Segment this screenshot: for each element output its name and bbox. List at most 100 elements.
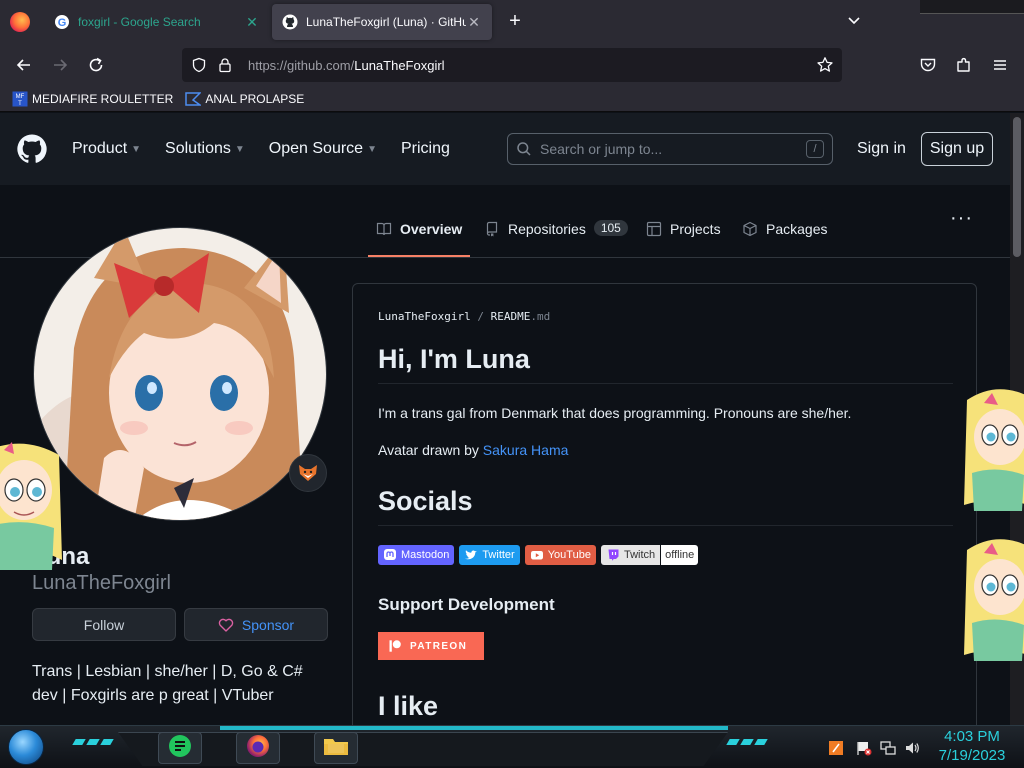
sign-up-button[interactable]: Sign up (921, 132, 993, 166)
nav-product[interactable]: Product ▼ (72, 140, 141, 158)
profile-avatar[interactable] (33, 227, 327, 521)
flag-tray-icon[interactable] (856, 740, 872, 756)
profile-page: Overview Repositories 105 Projects Packa… (0, 185, 1010, 725)
github-search-input[interactable]: Search or jump to... / (507, 133, 833, 165)
cartoon-sticker-right-top (962, 385, 1024, 515)
taskbar-accent-line (220, 726, 728, 730)
browser-tab-google[interactable]: G foxgirl - Google Search ✕ (44, 4, 270, 40)
credit-prefix: Avatar drawn by (378, 442, 483, 458)
clock-date: 7/19/2023 (938, 747, 1006, 764)
more-options-icon[interactable]: ··· (950, 207, 973, 230)
youtube-icon (530, 548, 544, 562)
fox-emoji-status-icon[interactable] (289, 454, 327, 492)
firefox-icon (245, 733, 271, 764)
forward-arrow-icon[interactable] (48, 53, 72, 77)
tab-packages[interactable]: Packages (742, 221, 827, 257)
bookmark-star-icon[interactable] (816, 56, 834, 74)
patreon-button[interactable]: PATREON (378, 632, 484, 660)
github-icon (282, 14, 298, 30)
pocket-icon[interactable] (916, 53, 940, 77)
firefox-app-button[interactable] (236, 732, 280, 764)
package-icon (742, 221, 758, 237)
badge-label: Mastodon (401, 549, 450, 561)
cartoon-sticker-left (0, 440, 64, 570)
heart-icon (218, 617, 234, 633)
back-arrow-icon[interactable] (12, 53, 36, 77)
new-tab-button[interactable]: + (504, 10, 526, 33)
extensions-icon[interactable] (952, 53, 976, 77)
notes-app-button[interactable] (158, 732, 202, 764)
url-host: https://github.com/ (248, 57, 355, 73)
triangle-icon (185, 91, 203, 107)
slash-shortcut-key: / (806, 140, 824, 158)
book-icon (376, 221, 392, 237)
artist-link[interactable]: Sakura Hama (483, 442, 569, 458)
tab-strip: G foxgirl - Google Search ✕ LunaTheFoxgi… (0, 0, 1024, 44)
nav-pricing[interactable]: Pricing (401, 140, 450, 158)
twitch-badge[interactable]: Twitch (600, 545, 661, 565)
github-header: Product ▼ Solutions ▼ Open Source ▼ Pricing… (0, 113, 1010, 185)
scrollbar-thumb[interactable] (1013, 117, 1021, 257)
tab-label: Packages (766, 221, 828, 237)
mastodon-badge[interactable]: Mastodon (378, 545, 455, 565)
shield-icon[interactable] (190, 56, 208, 74)
list-all-tabs-icon[interactable] (843, 10, 865, 32)
url-bar[interactable]: https://github.com/LunaTheFoxgirl (182, 48, 842, 82)
notes-icon (167, 733, 193, 764)
app-tray-icon[interactable] (828, 740, 844, 756)
badge-label: YouTube (547, 549, 591, 561)
sponsor-button[interactable]: Sponsor (184, 608, 328, 641)
tab-label: foxgirl - Google Search (78, 15, 201, 29)
chevron-down-icon: ▼ (131, 143, 142, 155)
browser-tab-github[interactable]: LunaTheFoxgirl (Luna) · GitHub ✕ (272, 4, 492, 40)
svg-text:MF: MF (16, 94, 25, 100)
tab-label: LunaTheFoxgirl (Luna) · GitHub (306, 15, 466, 29)
url-path: LunaTheFoxgirl (354, 57, 445, 73)
bookmark-label: ANAL PROLAPSE (205, 91, 305, 106)
github-main-nav: Product ▼ Solutions ▼ Open Source ▼ Pricing (72, 140, 474, 158)
bookmark-mediafire[interactable]: MF T MEDIAFIRE ROULETTER (12, 91, 173, 107)
tab-projects[interactable]: Projects (646, 221, 721, 257)
clock-time: 4:03 PM (944, 728, 1000, 745)
readme-heading: Hi, I'm Luna (378, 344, 953, 384)
menu-hamburger-icon[interactable] (988, 53, 1012, 77)
screen: { "browser": { "tabs": [ {"label": "foxg… (0, 0, 1024, 768)
crumb-separator: / (477, 310, 484, 323)
socials-heading: Socials (378, 486, 953, 526)
start-button[interactable] (8, 729, 44, 765)
chevron-down-icon: ▼ (234, 143, 245, 155)
close-tab-icon[interactable]: ✕ (466, 14, 482, 31)
taskbar: 4:03 PM 7/19/2023 (0, 725, 1024, 768)
bookmark-second[interactable]: ANAL PROLAPSE (185, 91, 304, 107)
tab-overview[interactable]: Overview (368, 221, 471, 257)
patreon-label: PATREON (410, 640, 468, 652)
volume-tray-icon[interactable] (904, 740, 920, 756)
cartoon-sticker-right-bottom (962, 535, 1024, 665)
network-tray-icon[interactable] (880, 740, 896, 756)
firefox-icon[interactable] (10, 12, 30, 32)
mf-icon: MF T (12, 91, 28, 107)
twitter-icon (464, 548, 478, 562)
bookmarks-toolbar: MF T MEDIAFIRE ROULETTER ANAL PROLAPSE (0, 86, 1024, 112)
readme-card: LunaTheFoxgirl / README.md Hi, I'm Luna … (352, 283, 977, 725)
profile-bio: Trans | Lesbian | she/her | D, Go & C# d… (32, 663, 303, 704)
close-tab-icon[interactable]: ✕ (244, 14, 260, 31)
crumb-owner-link[interactable]: LunaTheFoxgirl (378, 310, 471, 323)
reload-icon[interactable] (84, 53, 108, 77)
file-explorer-button[interactable] (314, 732, 358, 764)
taskbar-clock[interactable]: 4:03 PM 7/19/2023 (930, 727, 1014, 765)
youtube-badge[interactable]: YouTube (524, 545, 596, 565)
window-frame-decoration (920, 0, 1024, 14)
nav-solutions[interactable]: Solutions ▼ (165, 140, 245, 158)
tab-repositories[interactable]: Repositories 105 (484, 220, 628, 257)
twitter-badge[interactable]: Twitter (459, 545, 520, 565)
sign-in-link[interactable]: Sign in (857, 140, 906, 158)
svg-text:G: G (58, 17, 67, 29)
github-logo-icon[interactable] (16, 133, 48, 165)
sponsor-label: Sponsor (241, 616, 295, 633)
nav-open-source[interactable]: Open Source ▼ (269, 140, 377, 158)
search-icon (516, 141, 532, 157)
taskbar-frame-decoration (118, 732, 728, 766)
follow-button[interactable]: Follow (32, 608, 176, 641)
lock-icon[interactable] (216, 56, 234, 74)
